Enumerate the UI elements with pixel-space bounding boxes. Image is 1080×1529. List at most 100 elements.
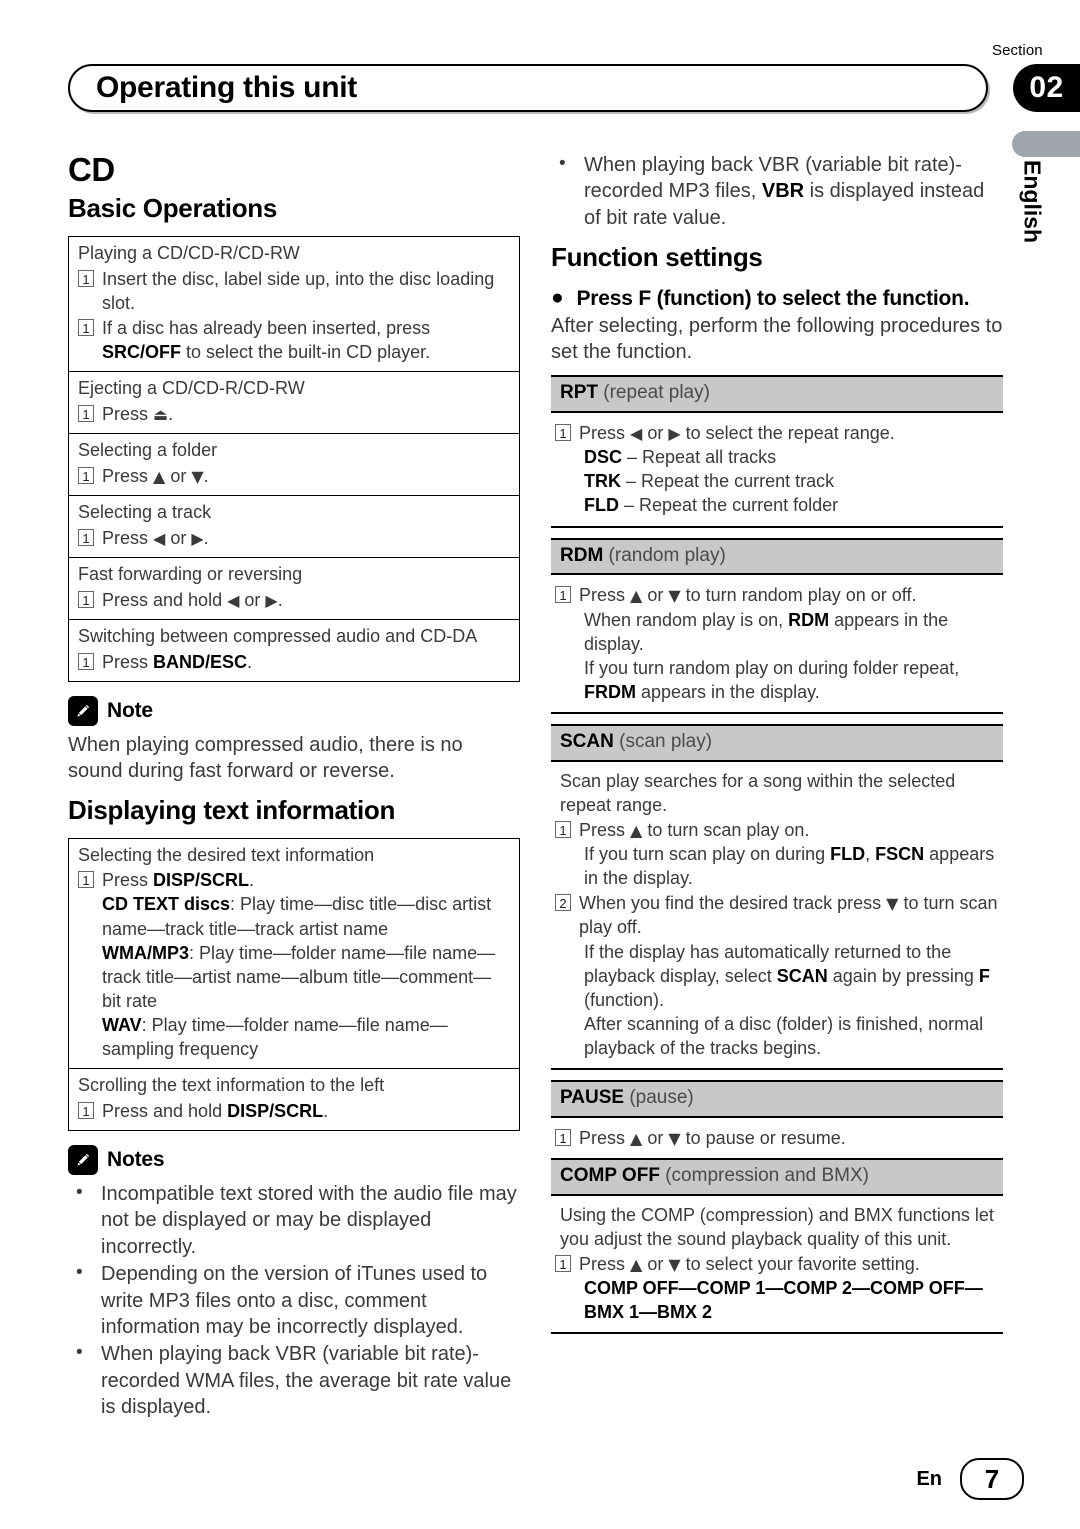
step-text: Press ⏏. [102, 404, 174, 425]
heading-cd: CD [68, 151, 115, 188]
filled-bullet-icon: ● [551, 286, 564, 310]
row-title: Ejecting a CD/CD-R/CD-RW [78, 378, 305, 399]
step-text: Press and hold ◀ or ▶. [102, 589, 283, 610]
function-paragraph: Using the COMP (compression) and BMX fun… [560, 1204, 994, 1249]
sub-line: WAV: Play time—folder name—file name—sam… [102, 1014, 448, 1060]
instruction-step: 1 Press ▲ or ▼ to select your favorite se… [555, 1252, 999, 1276]
sub-line: DSC – Repeat all tracks [584, 447, 777, 468]
function-block-rpt: RPT (repeat play) 1 Press ◀ or ▶ to select… [551, 375, 1003, 528]
step-text: Insert the disc, label side up, into the… [102, 268, 495, 314]
instruction-step: 1 Insert the disc, label side up, into th… [78, 267, 510, 315]
instruction-step: 1 Press ⏏. [78, 402, 510, 426]
bullet-item: Incompatible text stored with the audio … [68, 1180, 520, 1260]
instruction-step: 1 Press ◀ or ▶. [78, 526, 510, 550]
function-block-body: Scan play searches for a song within the… [551, 762, 1003, 1071]
step-text: Press BAND/ESC. [102, 651, 253, 672]
table-row: Playing a CD/CD-R/CD-RW 1 Insert the disc,… [69, 237, 519, 373]
step-text: If a disc has already been inserted, pre… [102, 318, 431, 363]
table-row: Scrolling the text information to the le… [69, 1069, 519, 1130]
row-title: Playing a CD/CD-R/CD-RW [78, 243, 300, 264]
instruction-step: 1 Press and hold DISP/SCRL. [78, 1099, 510, 1123]
step-number: 1 [78, 528, 94, 546]
function-block-pause: PAUSE (pause) 1 Press ▲ or ▼ to pause or r… [551, 1080, 1003, 1160]
function-description: (pause) [624, 1087, 694, 1109]
page-title-bar: Operating this unit [68, 64, 988, 112]
instruction-step: 2 When you find the desired track press ▼… [555, 891, 999, 939]
table-row: Ejecting a CD/CD-R/CD-RW 1 Press ⏏. [69, 372, 519, 435]
instruction-step: 1 Press ▲ or ▼ to pause or resume. [555, 1126, 999, 1150]
function-after-text: After selecting, perform the following p… [551, 315, 1003, 364]
page-title: Operating this unit [96, 71, 357, 104]
heading-basic-operations: Basic Operations [68, 193, 278, 224]
sub-line: TRK – Repeat the current track [584, 471, 835, 492]
instruction-step: 1 Press DISP/SCRL. [78, 868, 510, 892]
sub-line: COMP OFF—COMP 1—COMP 2—COMP OFF—BMX 1—BM… [584, 1278, 983, 1323]
function-code: PAUSE [560, 1087, 625, 1109]
note-header: Note [68, 695, 520, 726]
row-title: Scrolling the text information to the le… [78, 1075, 385, 1096]
step-number: 1 [78, 652, 94, 670]
step-note: If you turn scan play on during FLD, FSC… [584, 844, 995, 889]
step-text: Press ▲ or ▼ to pause or resume. [579, 1127, 846, 1148]
function-block-body: Using the COMP (compression) and BMX fun… [551, 1196, 1003, 1335]
function-block-header: RPT (repeat play) [551, 375, 1003, 414]
manual-page: Section 02 Operating this unit English C… [0, 0, 1080, 1529]
note-label: Note [107, 698, 153, 722]
step-number: 1 [78, 405, 94, 423]
step-note: After scanning of a disc (folder) is fin… [584, 1013, 984, 1058]
function-blocks: RPT (repeat play) 1 Press ◀ or ▶ to select… [551, 375, 1003, 1335]
function-block-comp-off: COMP OFF (compression and BMX) Using the … [551, 1159, 1003, 1335]
table-row: Switching between compressed audio and C… [69, 620, 519, 681]
function-block-scan: SCAN (scan play) Scan play searches for a… [551, 723, 1003, 1071]
language-tab: English [1012, 160, 1052, 290]
row-title: Selecting the desired text information [78, 844, 375, 865]
row-title: Fast forwarding or reversing [78, 563, 303, 584]
step-number: 1 [78, 590, 94, 608]
instruction-step: 1 Press BAND/ESC. [78, 650, 510, 674]
function-block-header: COMP OFF (compression and BMX) [551, 1159, 1003, 1196]
function-block-header: RDM (random play) [551, 537, 1003, 576]
bullet-item: When playing back VBR (variable bit rate… [551, 151, 1003, 231]
function-code: RPT [560, 382, 598, 404]
bullet-item: When playing back VBR (variable bit rate… [68, 1340, 520, 1420]
table-row: Selecting the desired text information 1 P… [69, 839, 519, 1070]
step-text: Press ▲ to turn scan play on. [579, 819, 810, 840]
step-text: Press ▲ or ▼ to select your favorite set… [579, 1253, 920, 1274]
basic-operations-table: Playing a CD/CD-R/CD-RW 1 Insert the disc,… [68, 236, 520, 682]
pencil-icon [68, 695, 98, 726]
section-label: Section [992, 42, 1043, 59]
function-code: COMP OFF [560, 1164, 660, 1186]
side-tab-marker [1012, 131, 1080, 157]
function-description: (repeat play) [598, 382, 710, 404]
sub-line: WMA/MP3: Play time—folder name—file name… [102, 942, 496, 1011]
step-number: 1 [78, 319, 94, 337]
step-text: Press ▲ or ▼. [102, 465, 209, 486]
function-block-header: SCAN (scan play) [551, 723, 1003, 762]
function-description: (scan play) [613, 730, 713, 752]
instruction-step: 1 If a disc has already been inserted, pr… [78, 316, 510, 364]
heading-displaying-text: Displaying text information [68, 794, 396, 825]
instruction-step: 1 Press ▲ to turn scan play on. [555, 818, 999, 842]
function-block-body: 1 Press ▲ or ▼ to pause or resume. [551, 1118, 1003, 1160]
step-text: Press ▲ or ▼ to turn random play on or o… [579, 585, 917, 606]
note-text: When playing compressed audio, there is … [68, 733, 463, 782]
sub-line: When random play is on, RDM appears in t… [584, 609, 949, 654]
step-number: 1 [555, 586, 571, 604]
notes-header: Notes [68, 1145, 520, 1176]
function-block-header: PAUSE (pause) [551, 1080, 1003, 1118]
instruction-step: 1 Press ▲ or ▼. [78, 464, 510, 488]
function-paragraph: Scan play searches for a song within the… [560, 770, 956, 815]
footer-language-code: En [916, 1467, 942, 1490]
notes-label: Notes [107, 1148, 165, 1172]
function-description: (random play) [603, 544, 726, 566]
step-number: 2 [555, 894, 571, 912]
row-title: Switching between compressed audio and C… [78, 625, 478, 646]
table-row: Selecting a track 1 Press ◀ or ▶. [69, 496, 519, 558]
step-number: 1 [555, 820, 571, 838]
function-block-rdm: RDM (random play) 1 Press ▲ or ▼ to turn r… [551, 537, 1003, 714]
display-text-table: Selecting the desired text information 1 P… [68, 837, 520, 1132]
step-number: 1 [78, 269, 94, 287]
step-text: Press and hold DISP/SCRL. [102, 1100, 329, 1121]
function-code: SCAN [560, 730, 614, 752]
language-tab-label: English [1019, 160, 1046, 244]
